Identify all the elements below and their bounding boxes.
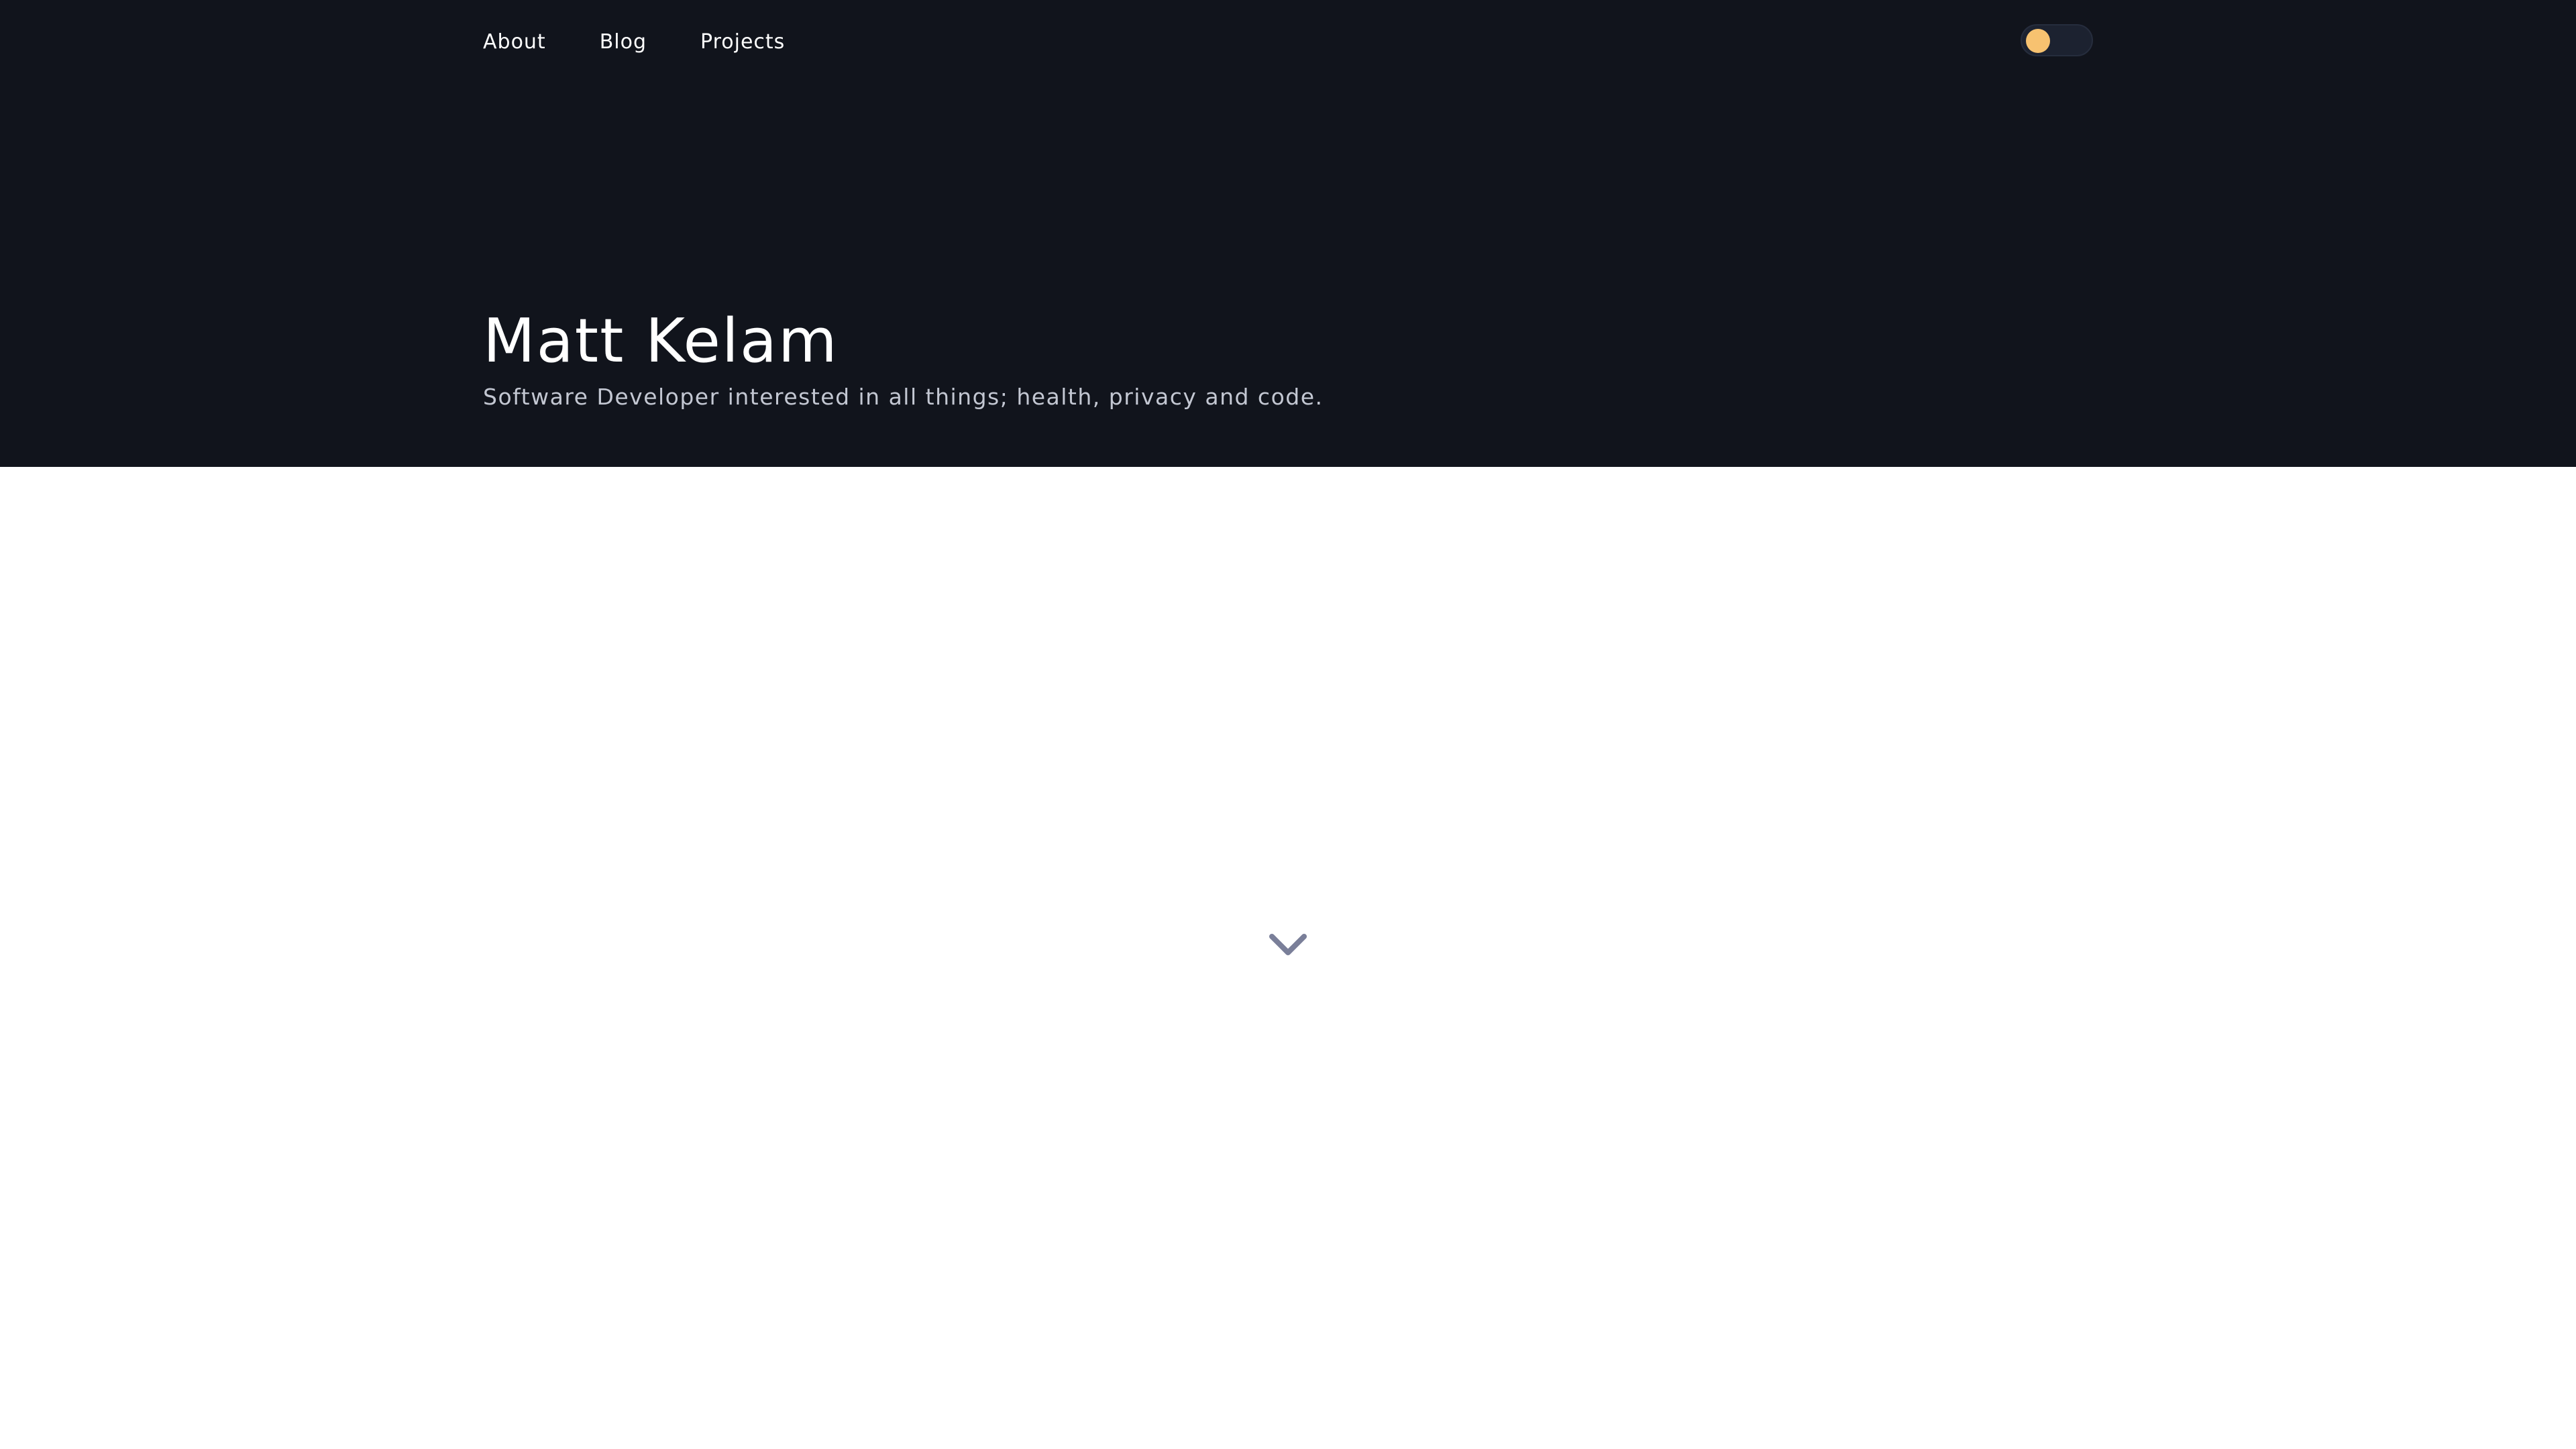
theme-toggle[interactable] <box>2021 24 2093 56</box>
hero-header: About Blog Projects Matt Kelam Software … <box>0 0 2576 467</box>
scroll-down-button[interactable] <box>1268 930 1308 959</box>
nav-link-projects[interactable]: Projects <box>700 30 785 54</box>
nav-link-blog[interactable]: Blog <box>600 30 647 54</box>
page-title: Matt Kelam <box>483 306 839 376</box>
main-nav: About Blog Projects <box>483 27 839 56</box>
page-subtitle: Software Developer interested in all thi… <box>483 384 1324 410</box>
nav-link-about[interactable]: About <box>483 30 546 54</box>
chevron-down-icon <box>1269 934 1307 955</box>
toggle-knob <box>2026 29 2050 53</box>
hero-text: Matt Kelam Software Developer interested… <box>483 306 1324 410</box>
